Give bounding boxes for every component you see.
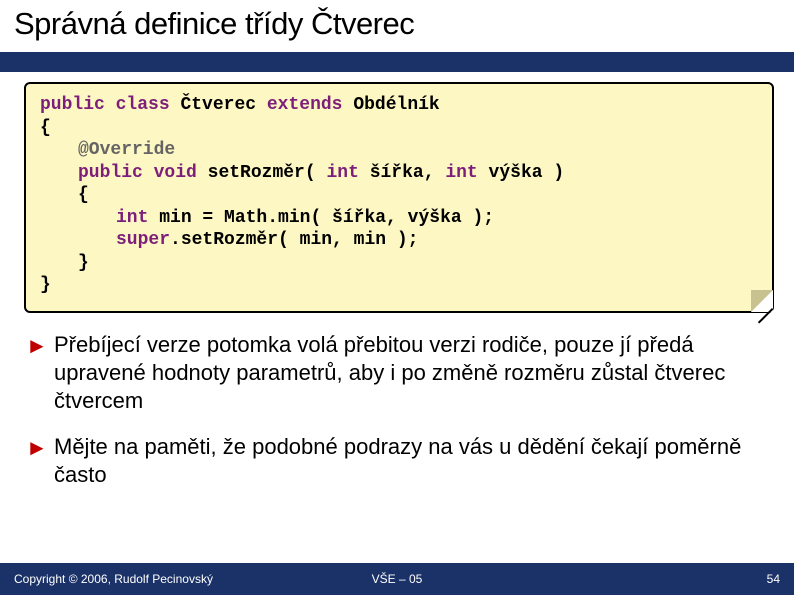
code-line: public class Čtverec extends Obdélník [40,94,758,117]
slide-title: Správná definice třídy Čtverec [14,6,780,42]
code-line: { [40,117,758,140]
bullet-item: ► Přebíjecí verze potomka volá přebitou … [24,331,774,415]
footer-page-number: 54 [767,572,780,586]
page-fold-icon [751,290,773,312]
code-block: public class Čtverec extends Obdélník { … [24,82,774,313]
title-bar: Správná definice třídy Čtverec [0,0,794,52]
code-line: super.setRozměr( min, min ); [116,229,758,252]
bullet-arrow-icon: ► [26,332,48,360]
footer-bar: Copyright © 2006, Rudolf Pecinovský VŠE … [0,563,794,595]
code-line: public void setRozměr( int šířka, int vý… [78,162,758,185]
content-area: public class Čtverec extends Obdélník { … [0,72,794,489]
bullet-item: ► Mějte na paměti, že podobné podrazy na… [24,433,774,489]
bullet-arrow-icon: ► [26,434,48,462]
code-line: int min = Math.min( šířka, výška ); [116,207,758,230]
code-line: } [78,252,758,275]
bullet-text: Mějte na paměti, že podobné podrazy na v… [54,434,741,487]
code-line: @Override [78,139,758,162]
code-line: { [78,184,758,207]
code-line: } [40,274,758,297]
divider-band [0,52,794,72]
footer-copyright: Copyright © 2006, Rudolf Pecinovský [14,572,213,586]
bullet-text: Přebíjecí verze potomka volá přebitou ve… [54,332,725,413]
